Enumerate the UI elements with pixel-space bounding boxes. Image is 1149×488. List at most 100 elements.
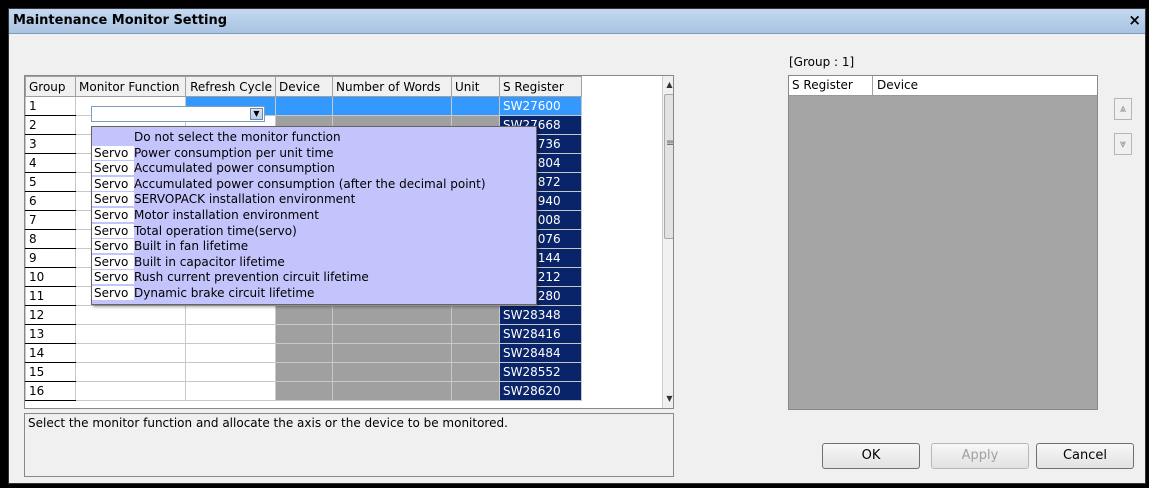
group-cell[interactable]: 12 bbox=[25, 305, 76, 325]
dropdown-option[interactable]: Servo Motor installation environment bbox=[92, 208, 536, 222]
s-register-cell[interactable]: SW28348 bbox=[499, 305, 582, 325]
monitor-function-cell[interactable] bbox=[75, 305, 186, 325]
dropdown-option[interactable]: Servo Dynamic brake circuit lifetime bbox=[92, 286, 536, 300]
s-register-cell[interactable]: SW28484 bbox=[499, 343, 582, 363]
device-cell[interactable] bbox=[275, 305, 333, 325]
option-label: Do not select the monitor function bbox=[134, 130, 341, 144]
unit-cell[interactable] bbox=[451, 324, 500, 344]
monitor-function-cell[interactable] bbox=[75, 381, 186, 401]
group-cell[interactable]: 10 bbox=[25, 267, 76, 287]
option-axis-prefix: Servo bbox=[92, 161, 134, 176]
title-bar: Maintenance Monitor Setting × bbox=[9, 9, 1145, 34]
monitor-function-combo[interactable]: ▼ bbox=[91, 106, 265, 122]
col-header-s-register-right[interactable]: S Register bbox=[792, 78, 853, 92]
unit-cell[interactable] bbox=[451, 381, 500, 401]
cancel-button[interactable]: Cancel bbox=[1036, 443, 1134, 469]
s-register-cell[interactable]: SW28416 bbox=[499, 324, 582, 344]
monitor-grid: Group Monitor Function Refresh Cycle Dev… bbox=[24, 75, 674, 409]
dropdown-option[interactable]: Servo Rush current prevention circuit lif… bbox=[92, 270, 536, 285]
group-cell[interactable]: 9 bbox=[25, 248, 76, 268]
close-button[interactable]: × bbox=[1128, 11, 1141, 29]
monitor-function-cell[interactable] bbox=[75, 343, 186, 363]
option-axis-prefix: Servo bbox=[92, 145, 134, 160]
refresh-cycle-cell[interactable] bbox=[185, 305, 276, 325]
grid-vertical-scrollbar[interactable]: ▲ ≡ ▼ bbox=[662, 76, 673, 408]
col-header-refresh-cycle[interactable]: Refresh Cycle bbox=[185, 76, 276, 97]
move-up-button[interactable]: ⩓ bbox=[1114, 98, 1132, 120]
group-cell[interactable]: 15 bbox=[25, 362, 76, 382]
ok-button[interactable]: OK bbox=[822, 443, 920, 469]
unit-cell[interactable] bbox=[451, 343, 500, 363]
dropdown-option[interactable]: Servo Accumulated power consumption bbox=[92, 161, 536, 176]
option-axis-prefix: Servo bbox=[92, 239, 134, 254]
option-axis-prefix: Servo bbox=[92, 176, 134, 191]
number-of-words-cell[interactable] bbox=[332, 324, 452, 344]
scroll-up-icon[interactable]: ▲ bbox=[663, 78, 673, 92]
dropdown-option[interactable]: Servo Power consumption per unit time bbox=[92, 145, 536, 160]
monitor-function-cell[interactable] bbox=[75, 324, 186, 344]
option-label: Accumulated power consumption (after the… bbox=[134, 176, 486, 191]
s-register-cell[interactable]: SW28620 bbox=[499, 381, 582, 401]
number-of-words-cell[interactable] bbox=[332, 381, 452, 401]
number-of-words-cell[interactable] bbox=[332, 362, 452, 382]
group-cell[interactable]: 3 bbox=[25, 134, 76, 154]
device-cell[interactable] bbox=[275, 96, 333, 116]
device-cell[interactable] bbox=[275, 362, 333, 382]
apply-button[interactable]: Apply bbox=[931, 443, 1029, 469]
dropdown-option[interactable]: Servo Built in capacitor lifetime bbox=[92, 254, 536, 269]
refresh-cycle-cell[interactable] bbox=[185, 362, 276, 382]
device-cell[interactable] bbox=[275, 343, 333, 363]
column-divider bbox=[872, 76, 873, 95]
unit-cell[interactable] bbox=[451, 362, 500, 382]
group-cell[interactable]: 11 bbox=[25, 286, 76, 306]
dropdown-option[interactable]: Servo Total operation time(servo) bbox=[92, 223, 536, 238]
number-of-words-cell[interactable] bbox=[332, 305, 452, 325]
col-header-device[interactable]: Device bbox=[275, 76, 333, 97]
option-label: Built in capacitor lifetime bbox=[134, 254, 285, 269]
group-cell[interactable]: 14 bbox=[25, 343, 76, 363]
table-row[interactable]: 12 SW28348 bbox=[25, 305, 582, 325]
scroll-down-icon[interactable]: ▼ bbox=[663, 392, 673, 406]
dropdown-option[interactable]: Servo Accumulated power consumption (afte… bbox=[92, 176, 536, 191]
col-header-s-register[interactable]: S Register bbox=[499, 76, 582, 97]
table-row[interactable]: 16 SW28620 bbox=[25, 381, 582, 401]
group-cell[interactable]: 8 bbox=[25, 229, 76, 249]
col-header-device-right[interactable]: Device bbox=[877, 78, 918, 92]
table-row[interactable]: 13 SW28416 bbox=[25, 324, 582, 344]
group-cell[interactable]: 16 bbox=[25, 381, 76, 401]
unit-cell[interactable] bbox=[451, 96, 500, 116]
scroll-thumb[interactable] bbox=[664, 94, 673, 239]
dropdown-option[interactable]: Do not select the monitor function bbox=[92, 130, 536, 144]
col-header-group[interactable]: Group bbox=[25, 76, 76, 97]
dropdown-option[interactable]: Servo Built in fan lifetime bbox=[92, 239, 536, 254]
option-label: Rush current prevention circuit lifetime bbox=[134, 270, 369, 285]
group-cell[interactable]: 1 bbox=[25, 96, 76, 116]
device-cell[interactable] bbox=[275, 381, 333, 401]
refresh-cycle-cell[interactable] bbox=[185, 324, 276, 344]
s-register-cell[interactable]: SW27600 bbox=[499, 96, 582, 116]
group-cell[interactable]: 7 bbox=[25, 210, 76, 230]
table-row[interactable]: 14 SW28484 bbox=[25, 343, 582, 363]
group-cell[interactable]: 4 bbox=[25, 153, 76, 173]
group-cell[interactable]: 5 bbox=[25, 172, 76, 192]
group-cell[interactable]: 2 bbox=[25, 115, 76, 135]
maintenance-monitor-dialog: Maintenance Monitor Setting × Group Moni… bbox=[8, 8, 1146, 484]
refresh-cycle-cell[interactable] bbox=[185, 381, 276, 401]
group-cell[interactable]: 13 bbox=[25, 324, 76, 344]
register-grid-header: S Register Device bbox=[789, 76, 1097, 96]
table-row[interactable]: 15 SW28552 bbox=[25, 362, 582, 382]
number-of-words-cell[interactable] bbox=[332, 96, 452, 116]
unit-cell[interactable] bbox=[451, 305, 500, 325]
col-header-number-of-words[interactable]: Number of Words bbox=[332, 76, 452, 97]
group-cell[interactable]: 6 bbox=[25, 191, 76, 211]
dropdown-option[interactable]: Servo SERVOPACK installation environment bbox=[92, 192, 536, 207]
refresh-cycle-cell[interactable] bbox=[185, 343, 276, 363]
chevron-down-icon[interactable]: ▼ bbox=[250, 108, 263, 120]
move-down-button[interactable]: ⩔ bbox=[1114, 133, 1132, 155]
s-register-cell[interactable]: SW28552 bbox=[499, 362, 582, 382]
col-header-unit[interactable]: Unit bbox=[451, 76, 500, 97]
device-cell[interactable] bbox=[275, 324, 333, 344]
number-of-words-cell[interactable] bbox=[332, 343, 452, 363]
col-header-monitor-function[interactable]: Monitor Function bbox=[75, 76, 186, 97]
monitor-function-cell[interactable] bbox=[75, 362, 186, 382]
